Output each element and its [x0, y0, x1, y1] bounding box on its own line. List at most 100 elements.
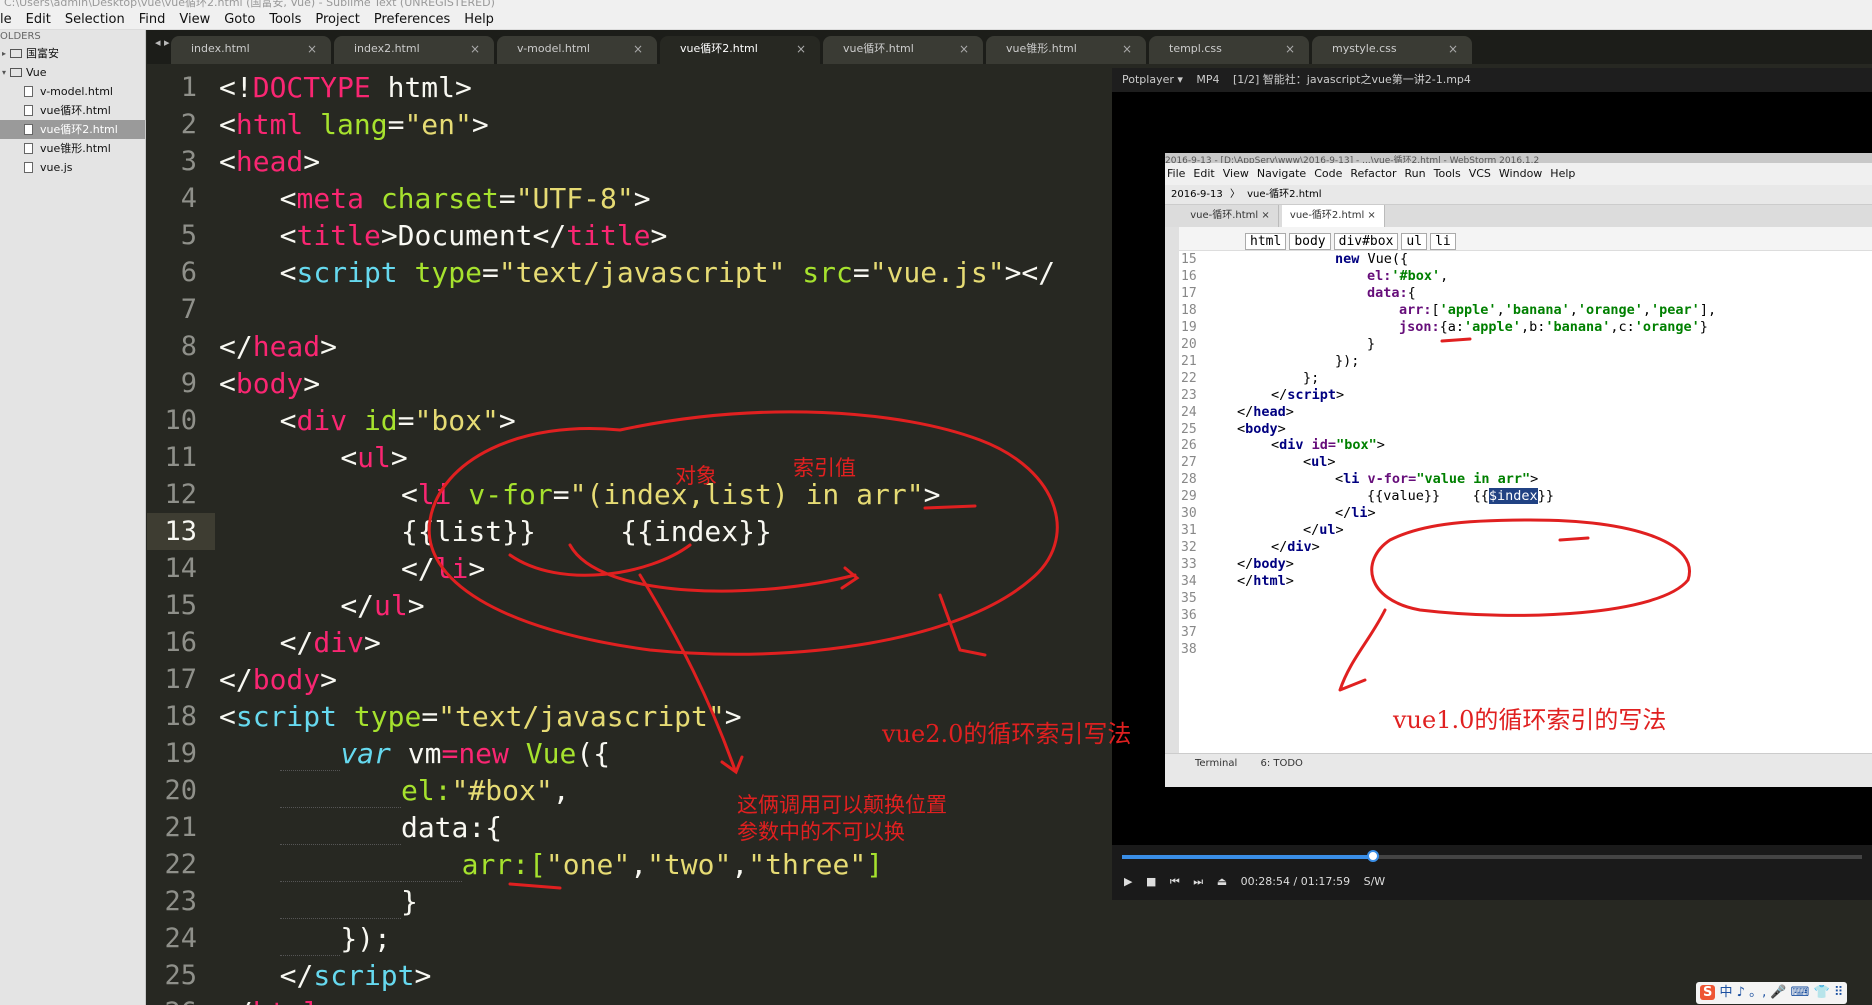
code-token: > [633, 182, 651, 215]
code-token: , [630, 848, 648, 881]
next-icon[interactable]: ⏭ [1193, 873, 1203, 891]
tab-2[interactable]: v-model.html × [497, 36, 657, 64]
code-line: arr:["one","two","three"] [462, 846, 883, 883]
code-token: = [552, 478, 570, 511]
sidebar-file-label: v-model.html [40, 85, 113, 98]
code-token: , [731, 848, 749, 881]
ws-menu-item: VCS [1468, 167, 1491, 180]
tab-6[interactable]: templ.css × [1149, 36, 1309, 64]
code-token: > [303, 145, 321, 178]
menu-item-1[interactable]: Edit [19, 9, 58, 31]
ime-toolbar[interactable]: S 中 ♪ 。, 🎤 ⌨ 👕 ⠿ [1696, 982, 1848, 1004]
close-icon[interactable]: × [1122, 36, 1132, 62]
tab-nav-arrows[interactable]: ◂ ▸ [155, 36, 170, 49]
ws-code-token: 'orange' [1577, 301, 1643, 318]
sidebar-file-list: v-model.html vue循环.html vue循环2.html vue锥形.h… [0, 82, 145, 177]
sidebar-file[interactable]: vue.js [0, 158, 145, 177]
ws-code-line: data:{ [1367, 285, 1416, 302]
sogou-icon: S [1700, 985, 1716, 1000]
code-line: } [400, 885, 418, 918]
ws-code-token: </ [1303, 522, 1320, 539]
indent-guide [340, 918, 401, 919]
code-token: arr:[ [461, 848, 546, 881]
code-token: vm [390, 737, 442, 770]
code-token: > [650, 219, 668, 252]
close-icon[interactable]: × [796, 36, 806, 62]
crumb-project: 2016-9-13 [1171, 189, 1223, 200]
tab-3[interactable]: vue循环2.html × [660, 36, 820, 64]
seek-bar[interactable] [1122, 850, 1862, 862]
sidebar-root-folder[interactable]: ▸ 国富安 [0, 44, 145, 63]
code-token: "vue.js" [869, 256, 1005, 289]
close-icon[interactable]: × [959, 36, 969, 62]
webstorm-title: 2016-9-13 - [D:\AppServ\www\2016-9-13] -… [1165, 153, 1872, 163]
line-number: 9 [180, 368, 197, 399]
ws-line-number: 19 [1181, 319, 1197, 335]
code-token: script [235, 700, 338, 733]
sidebar-file[interactable]: vue锥形.html [0, 139, 145, 158]
ws-code-token: { [1407, 284, 1416, 301]
sidebar-file[interactable]: v-model.html [0, 82, 145, 101]
webstorm-tabs: vue-循环.html × vue-循环2.html × [1165, 205, 1872, 227]
code-line: </head> [219, 328, 337, 365]
menu-item-4[interactable]: View [172, 9, 217, 31]
tab-7[interactable]: mystyle.css × [1312, 36, 1472, 64]
ws-code-token: , [1440, 267, 1449, 284]
ws-code-line: el:'#box', [1367, 268, 1448, 285]
tab-4[interactable]: vue循环.html × [823, 36, 983, 64]
code-token: src [802, 256, 853, 289]
menu-item-5[interactable]: Goto [217, 9, 262, 31]
indent-guide [279, 844, 341, 845]
sidebar-folder-vue[interactable]: ▾ Vue [0, 63, 145, 82]
play-icon[interactable]: ▶ [1124, 873, 1132, 891]
menu-item-8[interactable]: Preferences [367, 9, 457, 31]
sidebar-file[interactable]: vue循环2.html [0, 120, 145, 139]
close-icon[interactable]: × [1285, 36, 1295, 62]
close-icon[interactable]: × [1448, 36, 1458, 62]
webstorm-screen: 2016-9-13 - [D:\AppServ\www\2016-9-13] -… [1165, 153, 1872, 787]
ws-path-tag: div#box [1333, 233, 1399, 250]
player-app-menu[interactable]: Potplayer ▾ [1122, 73, 1183, 86]
ws-code-line: } [1367, 335, 1376, 352]
code-line: </body> [219, 661, 337, 698]
ws-line-number: 25 [1181, 421, 1197, 437]
menu-item-2[interactable]: Selection [58, 9, 132, 31]
sidebar-file[interactable]: vue循环.html [0, 101, 145, 120]
tab-0[interactable]: index.html × [171, 36, 331, 64]
ws-code-token: 'orange' [1634, 318, 1700, 335]
ws-code-line: arr:['apple','banana','orange','pear'], [1399, 302, 1716, 319]
menu-item-6[interactable]: Tools [262, 9, 308, 31]
ws-line-number: 36 [1181, 607, 1197, 623]
menu-item-0[interactable]: le [0, 9, 19, 31]
video-player[interactable]: Potplayer ▾ MP4 [1/2] 智能社：javascript之vue… [1112, 68, 1872, 900]
ws-code-token: > [1336, 386, 1345, 403]
code-token: > [320, 996, 337, 1005]
menu-item-3[interactable]: Find [132, 9, 173, 31]
code-token: ul [357, 441, 391, 474]
close-icon[interactable]: × [633, 36, 643, 62]
code-editor[interactable]: 1 2 3 4 5 6 7 8 9 10 11 12 13 14 15 16 17 18 19 20 21 22 23 24 2… [147, 64, 1112, 1005]
close-icon[interactable]: × [307, 36, 317, 62]
ws-menu-item: File [1167, 167, 1186, 180]
eject-icon[interactable]: ⏏ [1217, 873, 1227, 891]
sidebar-header: OLDERS [0, 31, 41, 42]
close-icon[interactable]: × [470, 36, 480, 62]
tab-5[interactable]: vue锥形.html × [986, 36, 1146, 64]
code-token: div [296, 404, 348, 437]
tab-1[interactable]: index2.html × [334, 36, 494, 64]
stop-icon[interactable]: ■ [1146, 873, 1156, 891]
sidebar-file-label: vue循环.html [40, 104, 111, 117]
menu-item-9[interactable]: Help [457, 9, 501, 31]
code-token: </ [400, 552, 435, 585]
menu-item-7[interactable]: Project [308, 9, 366, 31]
code-token: </ [219, 330, 253, 363]
seek-handle[interactable] [1366, 850, 1379, 862]
line-number: 22 [164, 849, 197, 880]
line-number: 1 [180, 72, 197, 103]
code-token: > [471, 108, 489, 141]
tab-label: vue锥形.html [1006, 42, 1077, 55]
code-token: <! [219, 71, 253, 104]
previous-icon[interactable]: ⏮ [1170, 873, 1180, 891]
line-number: 10 [164, 405, 197, 436]
ws-code-token: v-for= [1367, 471, 1417, 488]
